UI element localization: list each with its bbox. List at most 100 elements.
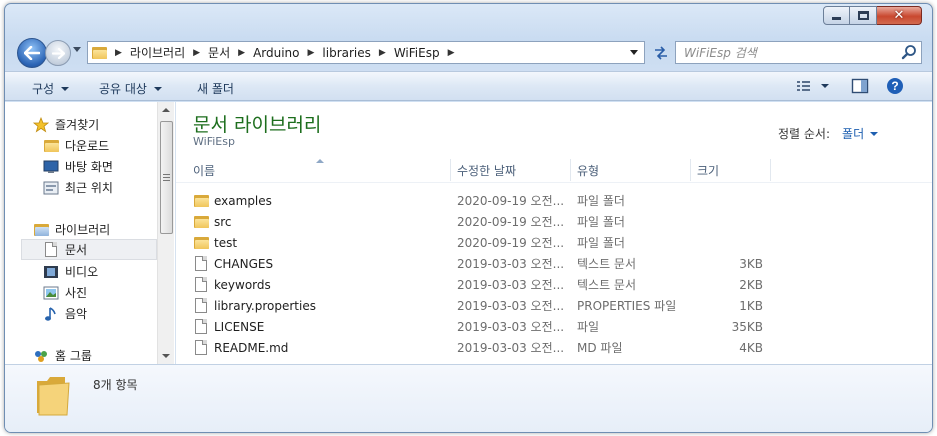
downloads-folder-icon: [43, 138, 59, 154]
search-box[interactable]: WiFiEsp 검색: [675, 41, 922, 64]
help-button[interactable]: ?: [886, 77, 904, 98]
scroll-up-icon[interactable]: [162, 108, 170, 112]
breadcrumb-arduino[interactable]: Arduino: [253, 46, 299, 60]
share-button[interactable]: 공유 대상: [99, 80, 162, 97]
file-list-pane: 문서 라이브러리 WiFiEsp 정렬 순서: 폴더 이름 수정한 날짜 유형 …: [176, 102, 932, 364]
folder-icon: [193, 193, 209, 209]
breadcrumb-separator-icon[interactable]: ▶: [448, 48, 455, 58]
organize-label: 구성: [32, 82, 55, 96]
refresh-button[interactable]: [649, 41, 673, 64]
table-row[interactable]: examples 2020-09-19 오전... 파일 폴더: [193, 190, 773, 211]
homegroup-icon: [33, 348, 49, 364]
table-row[interactable]: LICENSE 2019-03-03 오전... 파일 35KB: [193, 316, 773, 337]
breadcrumb-separator-icon[interactable]: ▶: [308, 48, 315, 58]
file-date: 2019-03-03 오전...: [457, 278, 565, 292]
column-header-name[interactable]: 이름: [193, 158, 215, 182]
file-name: README.md: [214, 340, 289, 355]
forward-button[interactable]: [45, 40, 71, 66]
close-button[interactable]: ✕: [877, 6, 922, 25]
nav-label: 다운로드: [65, 139, 110, 153]
folder-icon: [193, 235, 209, 251]
header-divider: [176, 182, 932, 183]
file-name: src: [214, 214, 232, 229]
refresh-icon: [655, 45, 667, 60]
file-date: 2019-03-03 오전...: [457, 299, 565, 313]
file-date: 2020-09-19 오전...: [457, 236, 565, 250]
document-icon: [193, 319, 209, 335]
file-type: 텍스트 문서: [577, 257, 637, 271]
file-type: 파일: [577, 320, 600, 334]
organize-button[interactable]: 구성: [32, 80, 70, 97]
breadcrumb-wifiesp[interactable]: WiFiEsp: [394, 46, 440, 60]
file-name: examples: [214, 193, 272, 208]
maximize-button[interactable]: [850, 6, 877, 25]
navigation-scrollbar[interactable]: [157, 102, 174, 364]
minimize-button[interactable]: [823, 6, 850, 25]
document-icon: [193, 277, 209, 293]
back-button[interactable]: [17, 38, 47, 68]
folder-icon: [193, 214, 209, 230]
table-row[interactable]: library.properties 2019-03-03 오전... PROP…: [193, 295, 773, 316]
address-bar[interactable]: ▶ 라이브러리 ▶ 문서 ▶ Arduino ▶ libraries ▶ WiF…: [87, 41, 645, 64]
file-size: 2KB: [739, 277, 763, 292]
column-separator[interactable]: [770, 159, 771, 181]
svg-text:?: ?: [891, 79, 898, 93]
details-pane: 8개 항목: [5, 364, 932, 432]
nav-label: 홈 그룹: [55, 349, 92, 363]
arrange-value-link[interactable]: 폴더: [842, 125, 864, 142]
file-name: CHANGES: [214, 256, 274, 271]
breadcrumb-separator-icon[interactable]: ▶: [193, 48, 200, 58]
chevron-down-icon[interactable]: [870, 131, 879, 136]
file-name: LICENSE: [214, 319, 265, 334]
column-header-date[interactable]: 수정한 날짜: [457, 158, 516, 182]
column-header-size[interactable]: 크기: [697, 158, 719, 182]
breadcrumb-libraries-folder[interactable]: libraries: [322, 46, 370, 60]
nav-item-documents[interactable]: 문서: [21, 239, 157, 260]
libraries-icon: [33, 222, 49, 238]
search-input[interactable]: WiFiEsp 검색: [684, 44, 757, 61]
nav-label: 바탕 화면: [65, 160, 113, 174]
file-date: 2019-03-03 오전...: [457, 320, 565, 334]
file-name: test: [214, 235, 238, 250]
column-separator[interactable]: [570, 159, 571, 181]
recent-pages-dropdown[interactable]: [73, 47, 81, 52]
file-name: library.properties: [214, 298, 316, 313]
column-header-type[interactable]: 유형: [577, 158, 599, 182]
file-size: 35KB: [731, 319, 763, 334]
chevron-down-icon: [153, 86, 162, 91]
details-view-icon: [797, 81, 829, 91]
column-separator[interactable]: [450, 159, 451, 181]
breadcrumb-separator-icon[interactable]: ▶: [115, 48, 122, 58]
help-icon: ?: [887, 78, 903, 94]
file-type: PROPERTIES 파일: [577, 299, 677, 313]
search-icon[interactable]: [901, 44, 917, 60]
desktop-icon: [43, 159, 59, 175]
document-icon: [193, 256, 209, 272]
breadcrumb-documents[interactable]: 문서: [208, 44, 230, 61]
table-row[interactable]: src 2020-09-19 오전... 파일 폴더: [193, 211, 773, 232]
view-options-button[interactable]: [795, 77, 831, 98]
scrollbar-thumb[interactable]: [160, 121, 173, 234]
nav-label: 문서: [65, 243, 88, 257]
table-row[interactable]: CHANGES 2019-03-03 오전... 텍스트 문서 3KB: [193, 253, 773, 274]
file-date: 2019-03-03 오전...: [457, 341, 565, 355]
file-type: 파일 폴더: [577, 236, 625, 250]
address-dropdown-icon[interactable]: [630, 50, 638, 55]
caption-buttons: ✕: [823, 6, 922, 25]
table-row[interactable]: test 2020-09-19 오전... 파일 폴더: [193, 232, 773, 253]
table-row[interactable]: keywords 2019-03-03 오전... 텍스트 문서 2KB: [193, 274, 773, 295]
nav-label: 비디오: [65, 265, 99, 279]
column-separator[interactable]: [690, 159, 691, 181]
new-folder-button[interactable]: 새 폴더: [197, 80, 234, 97]
breadcrumb-libraries[interactable]: 라이브러리: [130, 44, 185, 61]
file-type: 파일 폴더: [577, 194, 625, 208]
explorer-window: ✕ ▶ 라이브러리 ▶ 문서 ▶ Arduino ▶ libraries ▶ W…: [4, 3, 933, 433]
breadcrumb-separator-icon[interactable]: ▶: [379, 48, 386, 58]
arrange-by: 정렬 순서: 폴더: [778, 125, 879, 142]
preview-pane-button[interactable]: [851, 77, 869, 98]
table-row[interactable]: README.md 2019-03-03 오전... MD 파일 4KB: [193, 337, 773, 358]
scroll-down-icon[interactable]: [162, 354, 170, 358]
library-title: 문서 라이브러리: [193, 114, 322, 136]
file-size: 1KB: [739, 298, 763, 313]
breadcrumb-separator-icon[interactable]: ▶: [238, 48, 245, 58]
